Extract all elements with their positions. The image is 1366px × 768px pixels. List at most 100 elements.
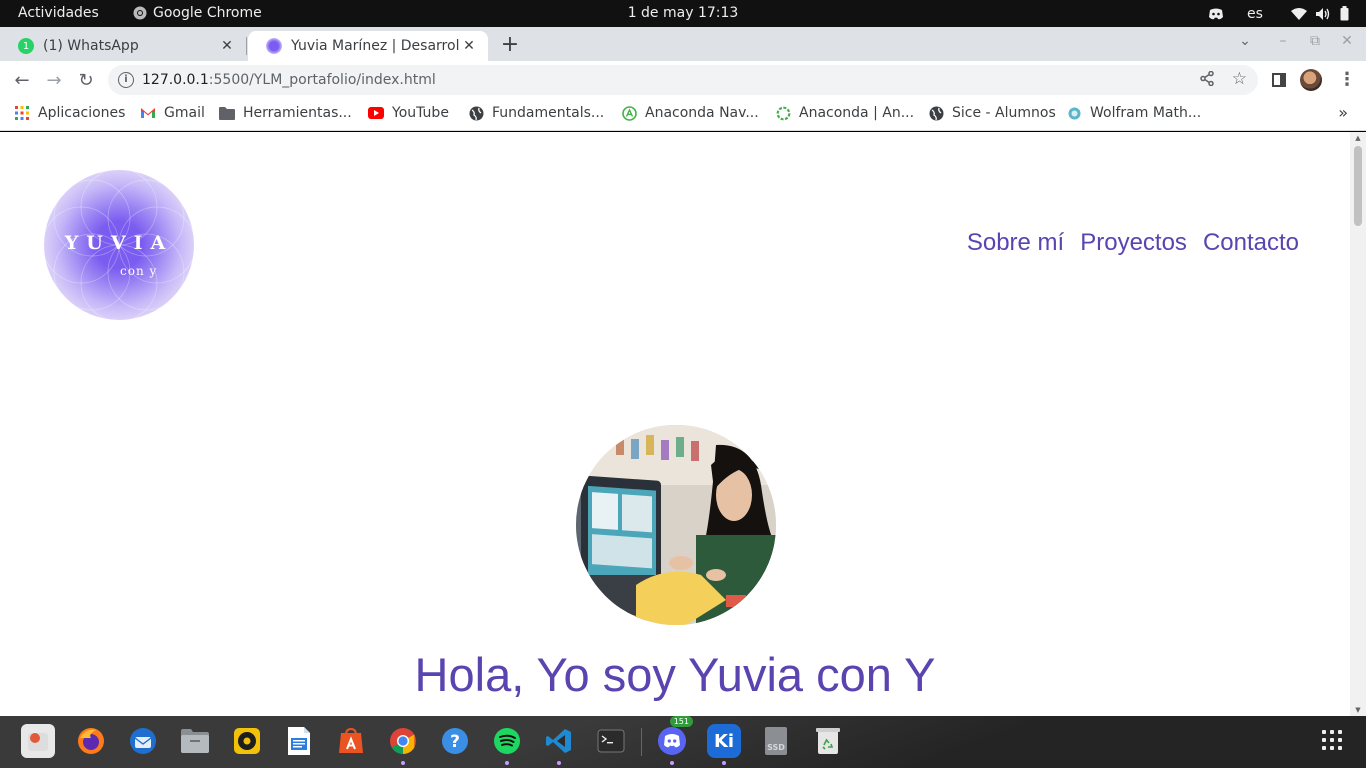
thunderbird-icon[interactable]	[126, 724, 160, 758]
bookmark-label: Herramientas...	[243, 105, 352, 121]
main-nav: Sobre mí Proyectos Contacto	[967, 229, 1299, 257]
show-apps-icon[interactable]	[1322, 730, 1344, 752]
taskbar-dock: ? 151 Ki SSD	[0, 716, 1366, 768]
browser-toolbar: ← → ↻ i 127.0.0.1:5500/YLM_portafolio/in…	[0, 61, 1366, 99]
site-info-icon[interactable]: i	[118, 72, 134, 88]
activities-button[interactable]: Actividades	[18, 5, 99, 21]
url-host: 127.0.0.1	[142, 72, 209, 88]
whatsapp-icon: 1	[18, 38, 34, 54]
tab-portfolio[interactable]: Yuvia Marínez | Desarrollo ✕	[248, 31, 488, 61]
profile-photo	[576, 425, 776, 625]
software-updater-icon[interactable]	[21, 724, 55, 758]
bookmark-anaconda[interactable]: Anaconda | An...	[775, 105, 914, 121]
nav-link-sobre-mi[interactable]: Sobre mí	[967, 229, 1064, 257]
bookmark-label: Gmail	[164, 105, 205, 121]
bookmark-youtube[interactable]: YouTube	[368, 105, 449, 121]
minimize-icon[interactable]: –	[1272, 33, 1294, 49]
tab-whatsapp[interactable]: 1 (1) WhatsApp ✕	[0, 31, 246, 61]
anaconda-ring-icon	[775, 105, 791, 121]
libreoffice-writer-icon[interactable]	[282, 724, 316, 758]
profile-avatar[interactable]	[1300, 69, 1322, 91]
files-icon[interactable]	[178, 724, 212, 758]
dock-separator	[641, 728, 642, 756]
scroll-down-icon[interactable]: ▼	[1354, 707, 1362, 714]
svg-text:SSD: SSD	[767, 743, 785, 752]
tab-title: Yuvia Marínez | Desarrollo	[291, 38, 460, 54]
rhythmbox-icon[interactable]	[230, 724, 264, 758]
portfolio-favicon-icon	[266, 38, 282, 54]
address-bar[interactable]: i 127.0.0.1:5500/YLM_portafolio/index.ht…	[108, 65, 1258, 95]
forward-icon[interactable]: →	[41, 67, 67, 93]
tab-close-icon[interactable]: ✕	[460, 38, 478, 54]
kiwix-icon[interactable]: Ki	[707, 724, 741, 765]
spotify-icon[interactable]	[490, 724, 524, 765]
app-menu[interactable]: Google Chrome	[133, 5, 262, 21]
battery-icon[interactable]	[1336, 4, 1352, 23]
chrome-icon[interactable]	[386, 724, 420, 765]
wifi-icon[interactable]	[1288, 4, 1310, 23]
menu-kebab-icon[interactable]: ⋮	[1338, 69, 1356, 90]
page-scrollbar[interactable]: ▲ ▼	[1350, 132, 1366, 716]
help-icon[interactable]: ?	[438, 724, 472, 758]
new-tab-button[interactable]: +	[497, 33, 523, 59]
bookmark-label: YouTube	[392, 105, 449, 121]
folder-icon	[219, 105, 235, 121]
bookmark-label: Anaconda Nav...	[645, 105, 759, 121]
vscode-icon[interactable]	[542, 724, 576, 765]
terminal-icon[interactable]	[594, 724, 628, 758]
tab-separator	[246, 37, 247, 55]
bookmark-gmail[interactable]: Gmail	[140, 105, 205, 121]
scrollbar-thumb[interactable]	[1354, 146, 1362, 226]
bookmark-label: Sice - Alumnos	[952, 105, 1056, 121]
hero-heading-text: Hola, Yo soy Yuvia con Y	[414, 648, 936, 701]
nav-link-proyectos[interactable]: Proyectos	[1080, 229, 1187, 257]
logo-subtitle: con y	[120, 264, 158, 278]
tab-search-icon[interactable]: ⌄	[1234, 33, 1256, 49]
volume-icon[interactable]	[1310, 4, 1336, 23]
trash-icon[interactable]	[811, 724, 845, 758]
bookmark-wolfram[interactable]: Wolfram Math...	[1066, 105, 1201, 121]
svg-text:?: ?	[450, 732, 460, 752]
firefox-icon[interactable]	[74, 724, 108, 758]
bookmark-sice[interactable]: Sice - Alumnos	[928, 105, 1056, 121]
page-viewport: YUVIA con y Sobre mí Proyectos Contacto	[0, 132, 1366, 716]
bookmarks-overflow-icon[interactable]: »	[1338, 103, 1348, 122]
bookmark-anaconda-nav[interactable]: Anaconda Nav...	[621, 105, 759, 121]
site-logo[interactable]: YUVIA con y	[44, 170, 194, 320]
tab-close-icon[interactable]: ✕	[218, 38, 236, 54]
system-top-bar: Actividades Google Chrome 1 de may 17:13…	[0, 0, 1366, 27]
bookmark-label: Aplicaciones	[38, 105, 126, 121]
nav-link-contacto[interactable]: Contacto	[1203, 229, 1299, 257]
clock[interactable]: 1 de may 17:13	[628, 5, 739, 21]
close-window-icon[interactable]: ✕	[1336, 33, 1358, 49]
side-panel-icon[interactable]	[1272, 73, 1286, 87]
youtube-icon	[368, 105, 384, 121]
tab-title: (1) WhatsApp	[43, 38, 139, 54]
bookmark-apps[interactable]: Aplicaciones	[14, 105, 125, 121]
bookmark-label: Wolfram Math...	[1090, 105, 1202, 121]
restore-icon[interactable]: ⧉	[1304, 33, 1326, 49]
ssd-drive-icon[interactable]: SSD	[759, 724, 793, 758]
app-name-label: Google Chrome	[153, 5, 262, 21]
back-icon[interactable]: ←	[9, 67, 35, 93]
discord-icon[interactable]: 151	[655, 716, 693, 765]
url-text[interactable]: 127.0.0.1:5500/YLM_portafolio/index.html	[142, 72, 436, 88]
system-tray[interactable]: es	[1204, 4, 1352, 23]
bookmark-fundamentals[interactable]: Fundamentals...	[468, 105, 604, 121]
bookmarks-bar: Aplicaciones Gmail Herramientas... YouTu…	[0, 99, 1366, 131]
bookmark-label: Fundamentals...	[492, 105, 605, 121]
globe-icon	[928, 105, 944, 121]
discord-tray-icon[interactable]	[1204, 4, 1228, 23]
scroll-up-icon[interactable]: ▲	[1354, 135, 1362, 142]
bookmark-herramientas[interactable]: Herramientas...	[219, 105, 352, 121]
globe-icon	[468, 105, 484, 121]
discord-notification-badge: 151	[669, 716, 693, 727]
url-path: :5500/YLM_portafolio/index.html	[208, 72, 436, 88]
reload-icon[interactable]: ↻	[73, 67, 99, 93]
bookmark-star-icon[interactable]: ☆	[1232, 69, 1247, 89]
wolfram-icon	[1066, 105, 1082, 121]
language-indicator[interactable]: es	[1242, 4, 1268, 23]
share-icon[interactable]	[1200, 70, 1214, 90]
apps-grid-icon	[14, 105, 30, 121]
app-center-icon[interactable]	[334, 724, 368, 758]
